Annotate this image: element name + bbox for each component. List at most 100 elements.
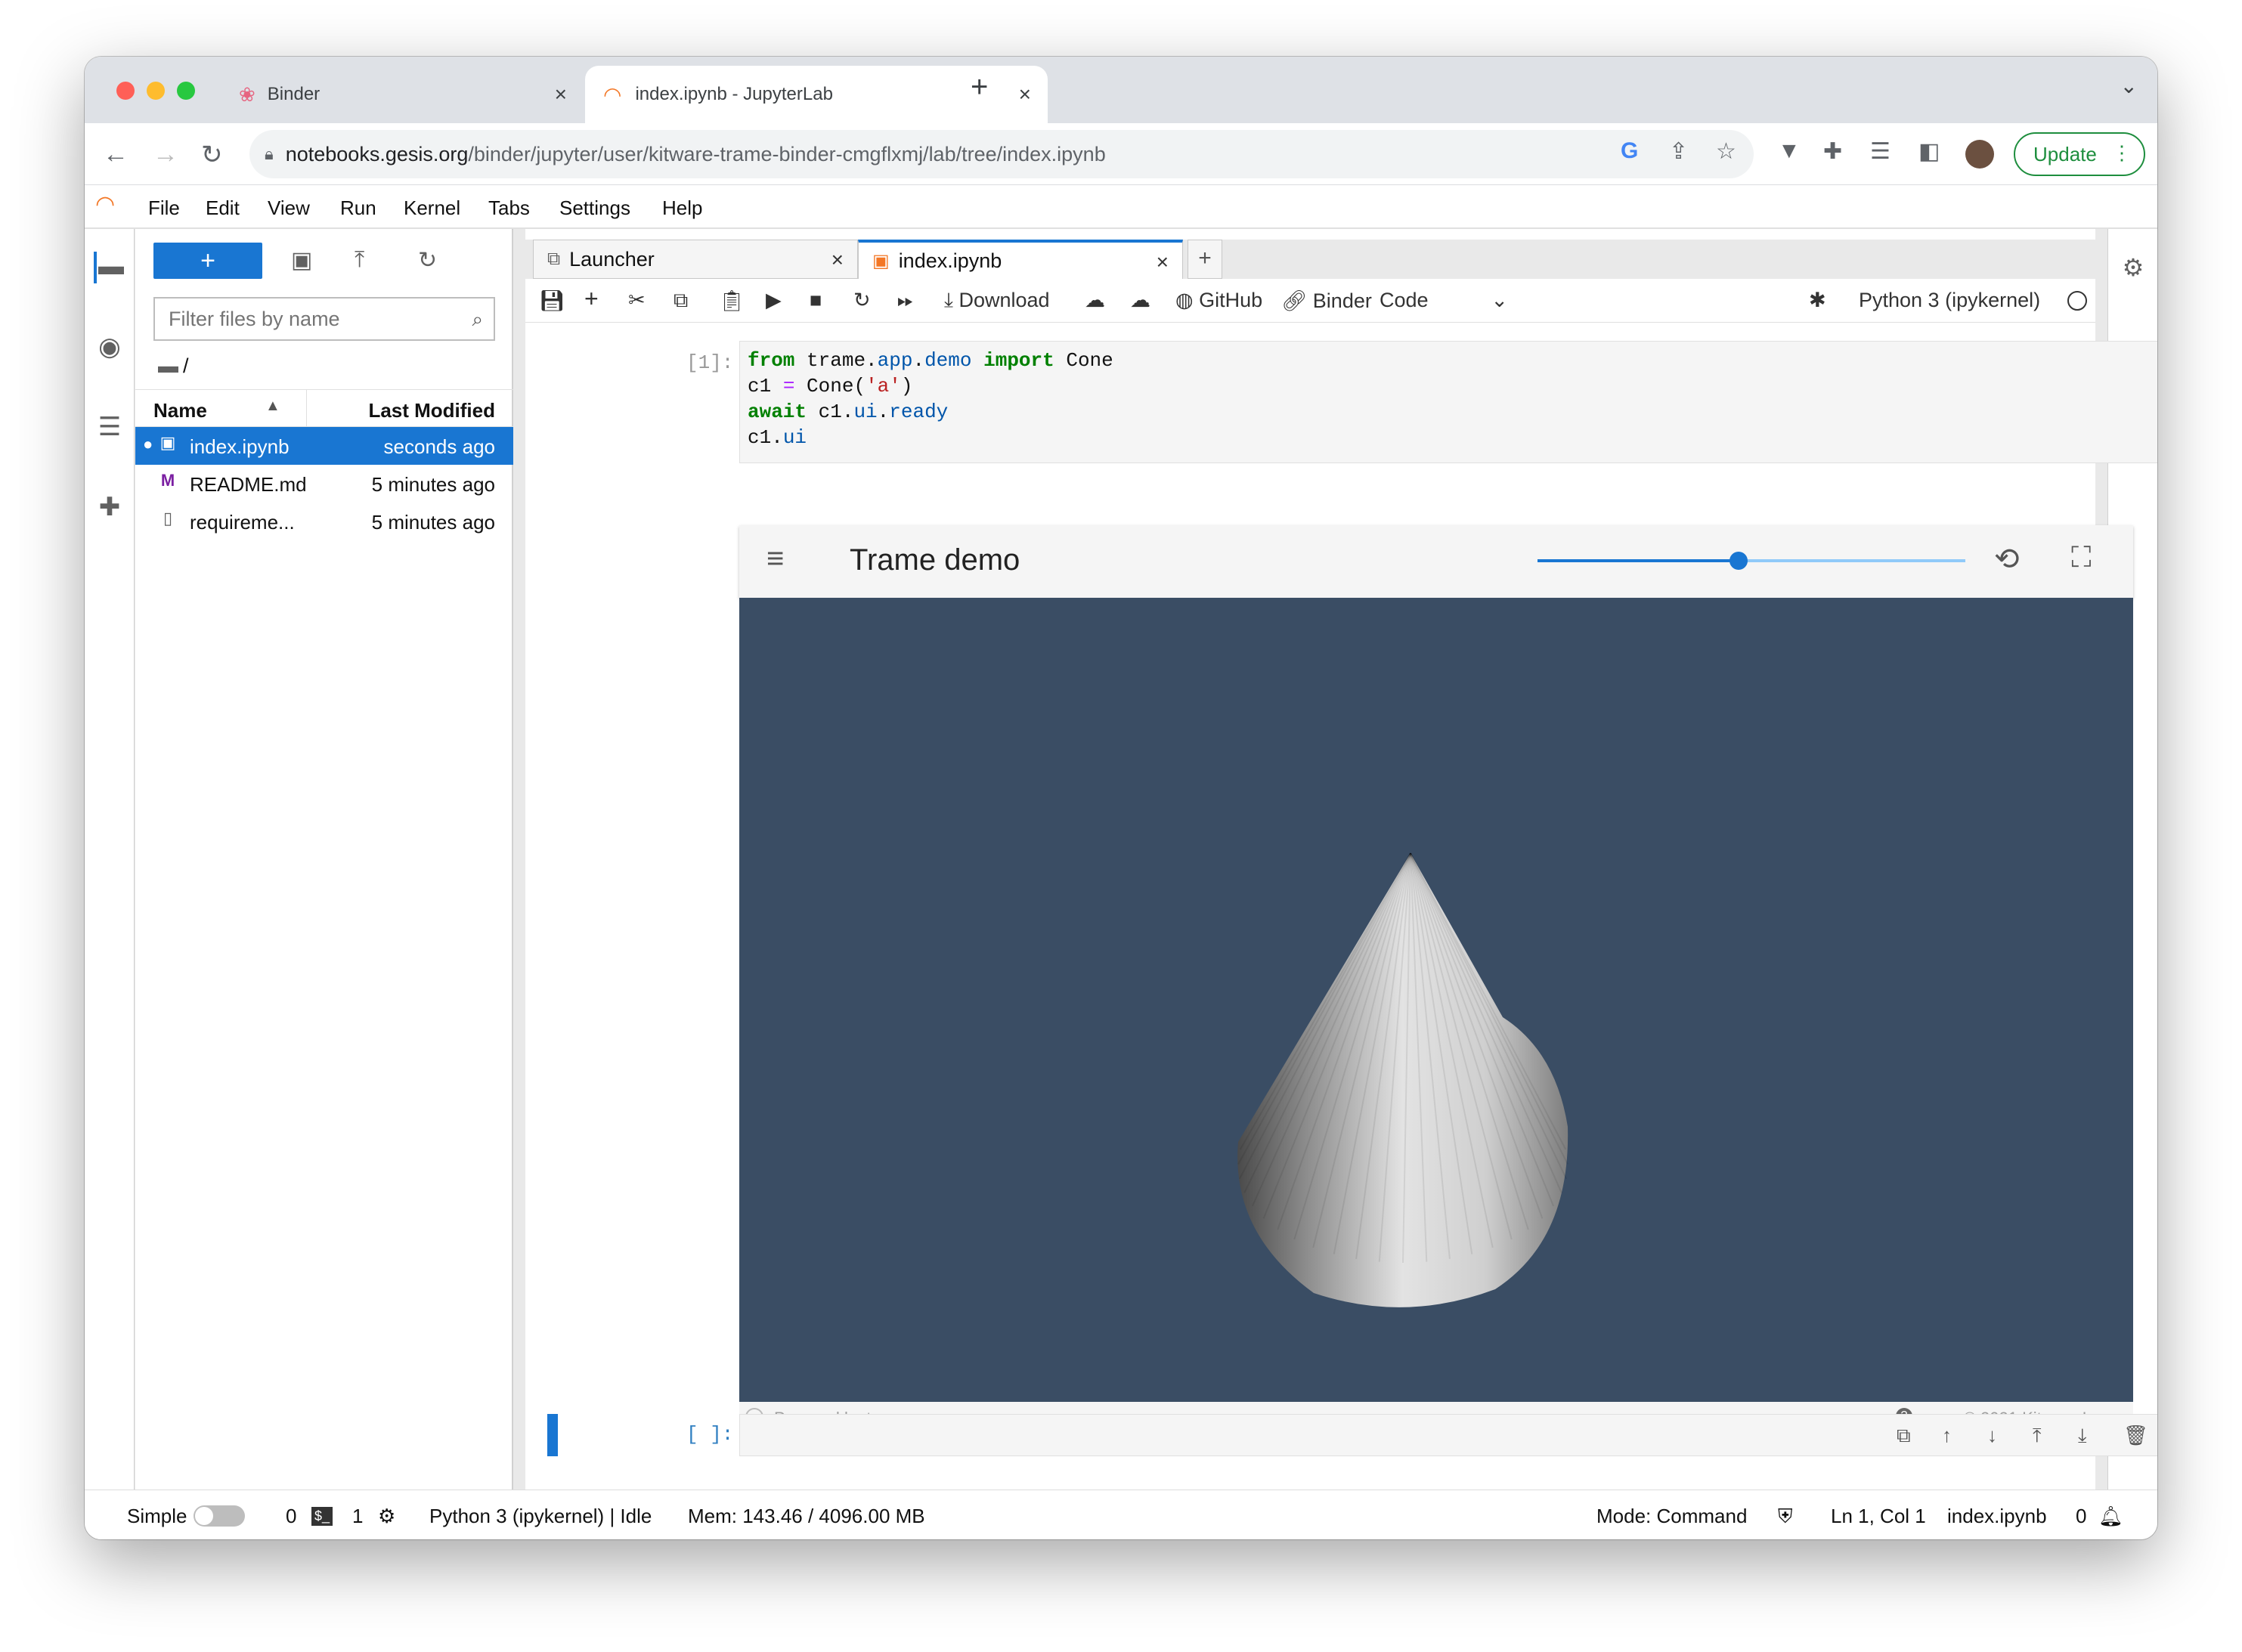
kernels-count[interactable]: 1 [352,1505,363,1528]
file-row-index[interactable]: ● ▣ index.ipynb seconds ago [135,427,513,465]
update-button[interactable]: Update ⋮ [2014,132,2145,176]
restart-run-all-icon[interactable]: ⏩︎ [897,289,914,313]
insert-below-icon[interactable]: ⤓ [2078,1424,2087,1448]
column-name[interactable]: Name [153,399,207,422]
add-tab-button[interactable]: + [1188,240,1222,279]
move-down-icon[interactable]: ↓ [1987,1424,1997,1447]
bookmark-star-icon[interactable]: ☆ [1716,138,1736,165]
simple-mode-toggle[interactable] [194,1505,245,1527]
insert-cell-icon[interactable]: + [584,285,599,313]
menu-run[interactable]: Run [340,196,376,220]
tab-index-ipynb[interactable]: ▣ index.ipynb × [858,240,1183,279]
menu-file[interactable]: File [148,196,180,220]
resolution-slider[interactable] [1538,552,1965,570]
breadcrumb[interactable]: ▬ / [158,354,189,378]
tab-title: index.ipynb - JupyterLab [635,84,833,104]
kernel-name[interactable]: Python 3 (ipykernel) [1859,289,2040,312]
refresh-icon[interactable]: ↻ [418,247,437,274]
kernel-status[interactable]: Python 3 (ipykernel) | Idle [429,1505,652,1528]
running-icon[interactable]: ◉ [94,332,125,364]
property-inspector-icon[interactable]: ⚙ [2117,253,2149,285]
hamburger-menu-icon[interactable]: ≡ [766,542,784,576]
maximize-window-button[interactable] [177,82,195,100]
toggle-knob [195,1507,213,1525]
menu-edit[interactable]: Edit [206,196,240,220]
forward-icon[interactable]: → [153,140,178,169]
paste-icon[interactable]: 📋︎ [719,289,745,313]
stop-icon[interactable]: ■ [810,289,822,312]
cell-type-select[interactable]: Code ⌄ [1380,289,1508,312]
share-icon[interactable]: ⇪ [1669,138,1688,165]
tab-label: index.ipynb [898,249,1002,272]
sidepanel-icon[interactable]: ◧ [1918,138,1940,165]
column-last-modified[interactable]: Last Modified [368,399,495,422]
reset-camera-icon[interactable]: ⟲ [1994,542,2020,577]
extensions-icon[interactable]: ✚ [1823,138,1842,165]
file-name: index.ipynb [190,435,290,458]
tab-launcher[interactable]: ⧉ Launcher × [533,240,858,279]
run-icon[interactable]: ▶ [766,289,782,312]
running-dot-icon: ● [143,435,153,453]
menu-kernel[interactable]: Kernel [404,196,460,220]
cloud-download-icon[interactable]: ☁ [1085,289,1105,312]
code-cell[interactable]: from trame.app.demo import Cone c1 = Con… [739,341,2157,463]
menu-help[interactable]: Help [662,196,702,220]
minimize-window-button[interactable] [147,82,165,100]
slider-knob[interactable] [1729,552,1748,570]
url-path: /binder/jupyter/user/kitware-trame-binde… [468,142,1106,166]
file-row-requirements[interactable]: ▯ requireme... 5 minutes ago [135,503,513,540]
new-tab-button[interactable]: + [971,70,988,104]
file-row-readme[interactable]: M README.md 5 minutes ago [135,465,513,503]
close-tab-icon[interactable]: × [1157,250,1169,274]
trame-toolbar: ≡ Trame demo ⟲ ⛶ [739,525,2133,598]
extension-v-icon[interactable]: ▼ [1778,138,1801,164]
media-icon[interactable]: ☰ [1870,138,1891,165]
google-icon[interactable]: G [1621,138,1638,164]
save-icon[interactable]: 💾︎ [539,289,565,313]
menu-settings[interactable]: Settings [559,196,630,220]
render-view[interactable] [739,598,2133,1402]
url-field[interactable]: 🔒︎ notebooks.gesis.org/binder/jupyter/us… [249,130,1754,178]
insert-above-icon[interactable]: ⤒ [2033,1424,2042,1448]
cloud-upload-icon[interactable]: ☁ [1130,289,1150,312]
browser-tab-binder[interactable]: ❀ Binder × [228,66,584,123]
binder-button[interactable]: 🔗︎ Binder [1281,289,1372,313]
debugger-icon[interactable]: ✱ [1809,289,1826,312]
folder-icon[interactable]: ▬ [94,252,125,283]
menu-view[interactable]: View [268,196,310,220]
new-launcher-button[interactable]: + [153,243,262,279]
trust-shield-icon[interactable]: ⛨ [1778,1505,1793,1529]
move-up-icon[interactable]: ↑ [1942,1424,1952,1447]
menu-tabs[interactable]: Tabs [488,196,530,220]
download-button[interactable]: ⤓ Download [944,289,1050,313]
empty-code-cell[interactable]: ⧉ ↑ ↓ ⤒ ⤓ 🗑︎ [739,1414,2157,1456]
cut-icon[interactable]: ✂ [628,289,646,312]
duplicate-cell-icon[interactable]: ⧉ [1897,1424,1911,1448]
fullscreen-icon[interactable]: ⛶ [2071,542,2092,574]
terminals-count[interactable]: 0 [286,1505,296,1528]
back-icon[interactable]: ← [103,140,129,169]
github-button[interactable]: ◍ GitHub [1175,289,1262,312]
extensions-puzzle-icon[interactable]: ✚ [94,492,125,524]
upload-icon[interactable]: ⤒ [355,247,364,273]
avatar[interactable] [1965,140,1994,169]
close-tab-icon[interactable]: × [555,82,567,107]
active-file-name: index.ipynb [1947,1505,2047,1527]
delete-cell-icon[interactable]: 🗑︎ [2123,1424,2148,1447]
notification-count[interactable]: 0 [2076,1505,2086,1528]
reload-icon[interactable]: ↻ [201,140,223,170]
copy-icon[interactable]: ⧉ [674,289,688,313]
bell-icon[interactable]: 🔔︎ [2098,1505,2123,1528]
new-folder-icon[interactable]: ▣ [291,247,312,274]
code-token: c1 [748,375,772,398]
tab-search-icon[interactable]: ⌄ [2120,73,2138,98]
filter-files-input[interactable]: Filter files by name ⌕ [153,297,495,341]
close-tab-icon[interactable]: × [1019,82,1031,107]
restart-icon[interactable]: ↻ [853,289,871,312]
toc-icon[interactable]: ☰ [94,412,125,444]
kernel-status-icon [2067,291,2087,311]
notebook-icon: ▣ [159,433,176,452]
close-window-button[interactable] [116,82,135,100]
cursor-position[interactable]: Ln 1, Col 1 [1831,1505,1926,1528]
close-tab-icon[interactable]: × [831,248,844,272]
